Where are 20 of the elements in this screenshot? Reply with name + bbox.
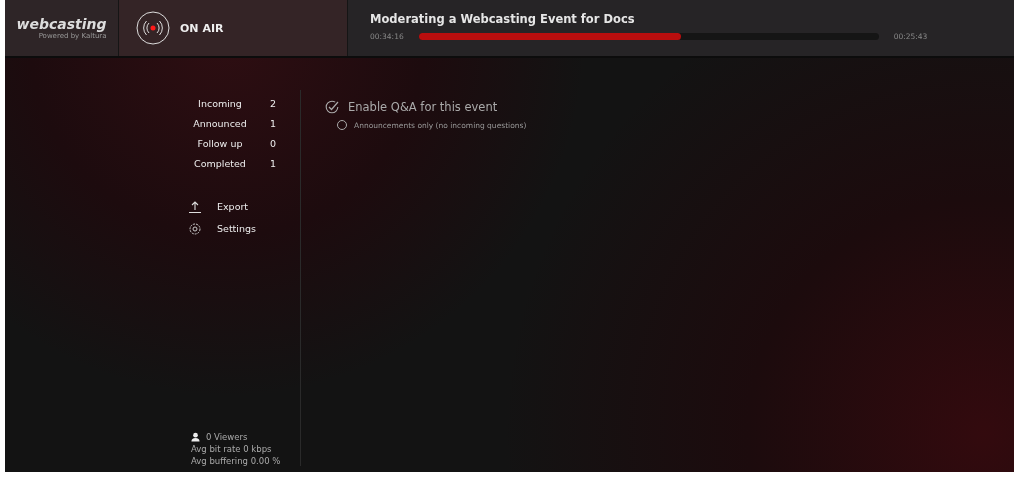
buffering-stat: Avg buffering 0.00 % <box>191 456 282 466</box>
sidebar-link[interactable]: Export <box>217 201 249 212</box>
enable-qa-label: Enable Q&A for this event <box>348 100 498 114</box>
queue-count: 0 <box>268 138 276 149</box>
viewers-count: 0 Viewers <box>206 432 248 442</box>
queue-tab[interactable]: Completed <box>190 158 250 169</box>
queue-count: 2 <box>268 98 276 109</box>
queue-tab[interactable]: Incoming <box>190 98 250 109</box>
on-air-label: ON AIR <box>180 21 224 35</box>
queue-count: 1 <box>268 118 276 129</box>
queue-tab[interactable]: Announced <box>190 118 250 129</box>
bitrate-stat: Avg bit rate 0 kbps <box>191 444 273 454</box>
user-icon <box>191 432 200 442</box>
sidebar-link[interactable]: Settings <box>217 223 256 234</box>
settings-icon <box>188 221 202 236</box>
check-icon[interactable] <box>325 100 339 114</box>
queue-tab[interactable]: Follow up <box>190 138 250 149</box>
upload-icon <box>188 199 202 214</box>
event-title: Moderating a Webcasting Event for Docs <box>370 12 636 26</box>
queue-count: 1 <box>268 158 276 169</box>
